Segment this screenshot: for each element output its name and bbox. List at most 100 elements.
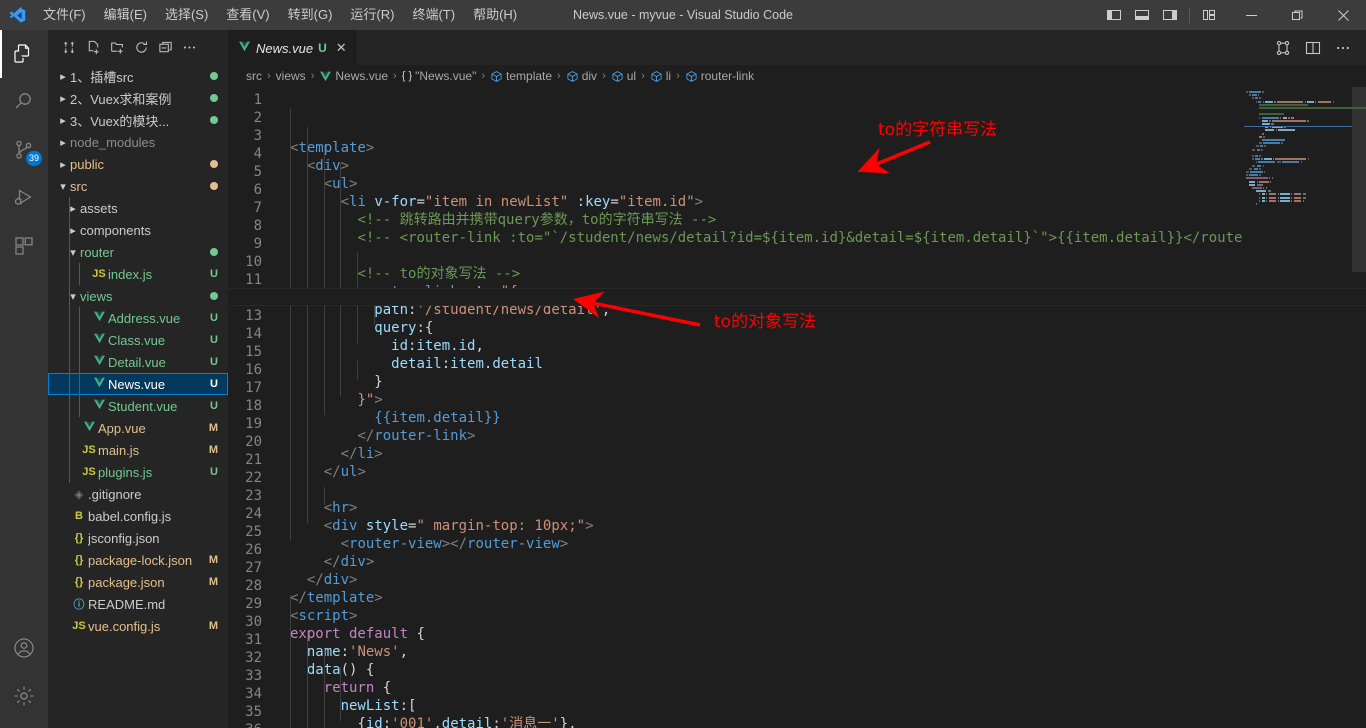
refresh-icon[interactable] <box>130 37 152 59</box>
menu-go[interactable]: 转到(G) <box>279 0 342 30</box>
code-line[interactable] <box>284 247 1366 265</box>
code-line[interactable]: </ul> <box>284 463 1366 481</box>
tree-item-2vuex[interactable]: ▸ 2、Vuex求和案例 <box>48 87 228 109</box>
editor-scrollbar-slider[interactable] <box>1352 87 1366 272</box>
tree-item-.gitignore[interactable]: ◈ .gitignore <box>48 483 228 505</box>
code-line[interactable]: <li v-for="item in newList" :key="item.i… <box>284 193 1366 211</box>
tree-item-vue.config.js[interactable]: JS vue.config.js M <box>48 615 228 637</box>
collapse-folders-icon[interactable] <box>58 37 80 59</box>
menu-selection[interactable]: 选择(S) <box>156 0 217 30</box>
code-line[interactable]: <hr> <box>284 499 1366 517</box>
menu-help[interactable]: 帮助(H) <box>464 0 526 30</box>
code-line[interactable]: <!-- to的对象写法 --> <box>284 265 1366 283</box>
run-debug-icon[interactable] <box>0 174 48 222</box>
code-line[interactable]: }"> <box>284 391 1366 409</box>
tree-item-public[interactable]: ▸ public <box>48 153 228 175</box>
chevron-down-icon[interactable]: ▾ <box>56 180 70 193</box>
tree-item-src[interactable]: ▾ src <box>48 175 228 197</box>
code-content[interactable]: <template> <div> <ul> <li v-for="item in… <box>284 87 1366 728</box>
extensions-icon[interactable] <box>0 222 48 270</box>
tree-item-1src[interactable]: ▸ 1、插槽src <box>48 65 228 87</box>
breadcrumb-item-newsvue[interactable]: { } "News.vue" <box>402 69 477 83</box>
tree-item-packagelock.json[interactable]: {} package-lock.json M <box>48 549 228 571</box>
maximize-button[interactable] <box>1274 0 1320 30</box>
more-actions-icon[interactable] <box>1330 34 1356 62</box>
tree-item-plugins.js[interactable]: JS plugins.js U <box>48 461 228 483</box>
chevron-right-icon[interactable]: ▸ <box>56 158 70 171</box>
tree-item-assets[interactable]: ▸ assets <box>48 197 228 219</box>
tree-item-components[interactable]: ▸ components <box>48 219 228 241</box>
tree-item-class.vue[interactable]: Class.vue U <box>48 329 228 351</box>
menu-file[interactable]: 文件(F) <box>34 0 95 30</box>
new-folder-icon[interactable] <box>106 37 128 59</box>
account-icon[interactable] <box>0 624 48 672</box>
explorer-icon[interactable] <box>0 30 48 78</box>
collapse-all-icon[interactable] <box>154 37 176 59</box>
breadcrumb-item-newsvue[interactable]: News.vue <box>319 69 388 83</box>
code-line[interactable]: {{item.detail}} <box>284 409 1366 427</box>
breadcrumb[interactable]: src › views › News.vue › { } "News.vue" › templat… <box>228 65 1366 87</box>
code-editor[interactable]: 1 2 3 4 5 6 7 8 9 10 11 12 13 14 15 16 17 18 19 20 21 22 23 24 2… <box>228 87 1366 728</box>
close-button[interactable] <box>1320 0 1366 30</box>
code-line[interactable]: <script> <box>284 607 1366 625</box>
tab-news-vue[interactable]: News.vue U ✕ <box>228 30 357 65</box>
code-line[interactable]: query:{ <box>284 319 1366 337</box>
code-line[interactable]: id:item.id, <box>284 337 1366 355</box>
new-file-icon[interactable] <box>82 37 104 59</box>
code-line[interactable]: path:'/student/news/detail', <box>284 301 1366 319</box>
settings-gear-icon[interactable] <box>0 672 48 720</box>
code-line[interactable]: data() { <box>284 661 1366 679</box>
code-line[interactable]: <ul> <box>284 175 1366 193</box>
breadcrumb-item-ul[interactable]: ul <box>611 69 636 83</box>
toggle-panel-icon[interactable] <box>1129 0 1155 30</box>
toggle-primary-sidebar-icon[interactable] <box>1101 0 1127 30</box>
tree-item-main.js[interactable]: JS main.js M <box>48 439 228 461</box>
code-line[interactable]: <!-- <router-link :to="`/student/news/de… <box>284 229 1366 247</box>
file-tree[interactable]: ▸ 1、插槽src ▸ 2、Vuex求和案例 ▸ 3、Vuex的模块... ▸ node_mo… <box>48 65 228 728</box>
customize-layout-icon[interactable] <box>1196 0 1222 30</box>
code-line[interactable]: export default { <box>284 625 1366 643</box>
tree-item-address.vue[interactable]: Address.vue U <box>48 307 228 329</box>
code-line[interactable]: </template> <box>284 589 1366 607</box>
code-line[interactable]: return { <box>284 679 1366 697</box>
toggle-secondary-sidebar-icon[interactable] <box>1157 0 1183 30</box>
menu-run[interactable]: 运行(R) <box>341 0 403 30</box>
search-icon[interactable] <box>0 78 48 126</box>
minimap[interactable] <box>1244 87 1366 728</box>
code-line[interactable]: } <box>284 373 1366 391</box>
tree-item-package.json[interactable]: {} package.json M <box>48 571 228 593</box>
tree-item-nodemodules[interactable]: ▸ node_modules <box>48 131 228 153</box>
code-line[interactable]: <router-view></router-view> <box>284 535 1366 553</box>
breadcrumb-item-router-link[interactable]: router-link <box>685 69 754 83</box>
code-line[interactable]: newList:[ <box>284 697 1366 715</box>
tree-item-router[interactable]: ▾ router <box>48 241 228 263</box>
code-line[interactable]: </router-link> <box>284 427 1366 445</box>
breadcrumb-item-template[interactable]: template <box>490 69 552 83</box>
tree-item-3vuex...[interactable]: ▸ 3、Vuex的模块... <box>48 109 228 131</box>
tree-item-views[interactable]: ▾ views <box>48 285 228 307</box>
tree-item-detail.vue[interactable]: Detail.vue U <box>48 351 228 373</box>
open-changes-icon[interactable] <box>1270 34 1296 62</box>
tree-item-index.js[interactable]: JS index.js U <box>48 263 228 285</box>
breadcrumb-item-div[interactable]: div <box>566 69 597 83</box>
code-line[interactable] <box>284 481 1366 499</box>
code-line[interactable]: <div style=" margin-top: 10px;"> <box>284 517 1366 535</box>
more-actions-icon[interactable] <box>178 37 200 59</box>
chevron-right-icon[interactable]: ▸ <box>56 114 70 127</box>
code-line[interactable]: <div> <box>284 157 1366 175</box>
code-line[interactable]: </li> <box>284 445 1366 463</box>
code-line[interactable]: name:'News', <box>284 643 1366 661</box>
close-icon[interactable]: ✕ <box>336 40 347 56</box>
chevron-right-icon[interactable]: ▸ <box>56 70 70 83</box>
tree-item-news.vue[interactable]: News.vue U <box>48 373 228 395</box>
chevron-right-icon[interactable]: ▸ <box>56 92 70 105</box>
code-line[interactable]: </div> <box>284 571 1366 589</box>
breadcrumb-item-li[interactable]: li <box>650 69 671 83</box>
breadcrumb-item-views[interactable]: views <box>276 69 306 83</box>
menu-edit[interactable]: 编辑(E) <box>95 0 156 30</box>
split-editor-vertical-icon[interactable] <box>1300 34 1326 62</box>
minimize-button[interactable] <box>1228 0 1274 30</box>
code-line[interactable]: <!-- 跳转路由并携带query参数，to的字符串写法 --> <box>284 211 1366 229</box>
tree-item-jsconfig.json[interactable]: {} jsconfig.json <box>48 527 228 549</box>
code-line[interactable]: detail:item.detail <box>284 355 1366 373</box>
